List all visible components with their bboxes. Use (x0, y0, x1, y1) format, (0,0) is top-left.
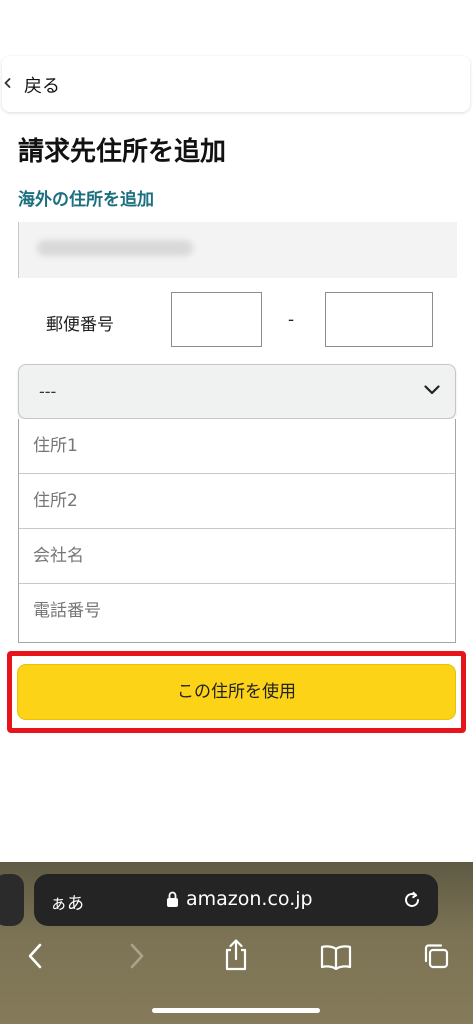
forward-arrow-icon[interactable] (128, 942, 146, 970)
chevron-left-icon (4, 78, 11, 88)
prefecture-select[interactable]: --- (18, 364, 456, 419)
back-arrow-icon[interactable] (26, 942, 44, 970)
zip-first-input[interactable] (171, 292, 262, 347)
tabs-icon[interactable] (422, 942, 450, 970)
address-fields: 住所1 住所2 会社名 電話番号 (18, 419, 456, 643)
zip-second-input[interactable] (325, 292, 433, 347)
bookmarks-icon[interactable] (320, 944, 352, 970)
lock-icon (167, 891, 178, 907)
share-icon[interactable] (222, 938, 250, 972)
company-input[interactable]: 会社名 (19, 529, 455, 584)
back-label[interactable]: 戻る (24, 72, 60, 98)
url-domain: amazon.co.jp (186, 888, 313, 910)
text-size-button[interactable]: ぁあ (50, 889, 84, 914)
previous-tab-peek[interactable] (0, 874, 24, 926)
address2-input[interactable]: 住所2 (19, 474, 455, 529)
full-name-field[interactable] (18, 222, 457, 278)
use-this-address-button[interactable]: この住所を使用 (17, 664, 456, 720)
add-international-address-link[interactable]: 海外の住所を追加 (18, 185, 154, 210)
address1-input[interactable]: 住所1 (19, 419, 455, 474)
zip-separator: - (288, 310, 295, 330)
phone-input[interactable]: 電話番号 (19, 584, 455, 639)
zip-label: 郵便番号 (46, 315, 114, 335)
address-bar[interactable]: ぁあ amazon.co.jp (34, 874, 438, 926)
back-bar[interactable]: 戻る (2, 56, 470, 112)
page-title: 請求先住所を追加 (18, 137, 227, 167)
prefecture-value: --- (39, 382, 57, 401)
reload-icon[interactable] (402, 890, 422, 910)
redacted-name (37, 240, 193, 256)
browser-toolbar: ぁあ amazon.co.jp (0, 862, 473, 1024)
chevron-down-icon (424, 385, 440, 395)
home-indicator (152, 1008, 320, 1013)
